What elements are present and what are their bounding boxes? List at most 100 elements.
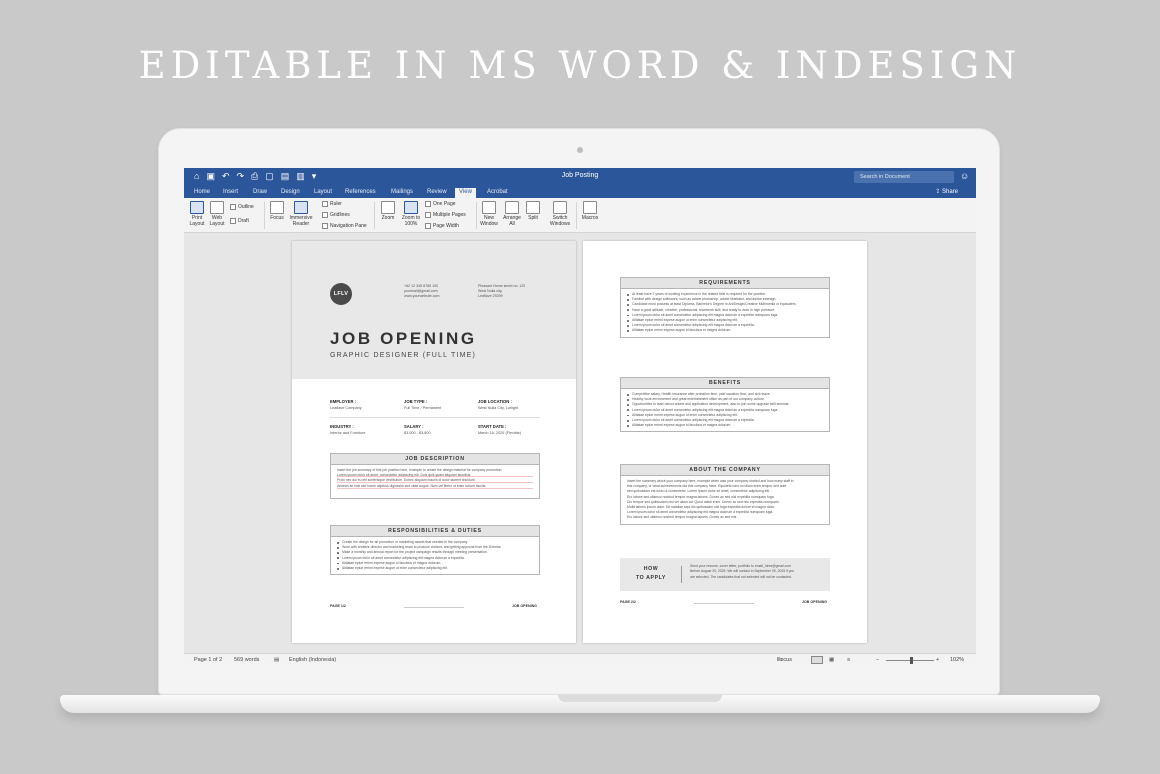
text-line: Aenean ac erat sed lorem dapibus digniss… bbox=[337, 483, 533, 489]
gridlines-checkbox[interactable]: Gridlines bbox=[322, 212, 350, 218]
tab-draw[interactable]: Draw bbox=[249, 188, 271, 197]
zoom-button[interactable]: Zoom bbox=[379, 201, 397, 221]
field-value: Leaflave Company bbox=[330, 406, 362, 410]
responsibilities-box: RESPONSIBILITIES & DUTIES Create the des… bbox=[330, 525, 540, 576]
print-layout-view-icon[interactable] bbox=[811, 656, 823, 664]
search-input[interactable]: Search in Document bbox=[854, 171, 954, 183]
macros-button[interactable]: Macros bbox=[580, 201, 600, 221]
proofing-icon[interactable]: ▤ bbox=[274, 654, 279, 666]
footer-line bbox=[694, 603, 754, 604]
ribbon-view: Print Layout Web Layout Outline Draft Fo… bbox=[184, 198, 976, 233]
draft-icon bbox=[230, 218, 236, 224]
apply-instructions: Send your resume, cover letter, portfoli… bbox=[690, 564, 825, 580]
language[interactable]: English (Indonesia) bbox=[289, 654, 336, 666]
arrange-all-button[interactable]: Arrange All bbox=[502, 201, 522, 227]
page-2[interactable]: REQUIREMENTS At least have 2 years of wo… bbox=[583, 241, 867, 643]
tab-design[interactable]: Design bbox=[277, 188, 304, 197]
section-body: Insert the job summary of this job posit… bbox=[331, 465, 539, 498]
navigation-pane-checkbox[interactable]: Navigation Pane bbox=[322, 223, 367, 229]
page-1[interactable]: LFLV +62 12 345 6789 100 yourmail@gmail.… bbox=[292, 241, 576, 643]
share-button[interactable]: ⇪ Share bbox=[935, 188, 958, 197]
split-label: Split bbox=[528, 215, 538, 221]
job-description-box: JOB DESCRIPTION Insert the job summary o… bbox=[330, 453, 540, 499]
split-button[interactable]: Split bbox=[524, 201, 542, 221]
switch-windows-icon bbox=[553, 201, 567, 214]
print-layout-button[interactable]: Print Layout bbox=[188, 201, 206, 227]
gridlines-label: Gridlines bbox=[330, 212, 350, 218]
page-footer-right: JOB OPENING bbox=[802, 600, 827, 604]
divider bbox=[681, 566, 682, 583]
tab-references[interactable]: References bbox=[341, 188, 380, 197]
section-heading: REQUIREMENTS bbox=[621, 278, 829, 289]
field-value: Interior and Furniture bbox=[330, 431, 366, 435]
page-count[interactable]: Page 1 of 2 bbox=[194, 654, 222, 666]
multiple-pages-button[interactable]: Multiple Pages bbox=[425, 212, 466, 218]
tab-mailings[interactable]: Mailings bbox=[387, 188, 417, 197]
tab-acrobat[interactable]: Acrobat bbox=[483, 188, 512, 197]
outline-icon bbox=[230, 204, 236, 210]
zoom-out-icon[interactable]: − bbox=[876, 654, 879, 666]
tab-review[interactable]: Review bbox=[423, 188, 451, 197]
switch-windows-button[interactable]: Switch Windows bbox=[547, 201, 573, 227]
how-to-apply-heading: HOW TO APPLY bbox=[620, 565, 682, 583]
ribbon-divider bbox=[576, 202, 577, 229]
zoom-100-button[interactable]: Zoom to 100% bbox=[399, 201, 423, 227]
print-layout-icon bbox=[190, 201, 204, 214]
field-label: JOB LOCATION : bbox=[478, 399, 512, 404]
focus-icon bbox=[270, 201, 284, 214]
about-company-box: ABOUT THE COMPANY Insert the summary abo… bbox=[620, 464, 830, 525]
list-item: Alitiatae eplue errimi expese augue id f… bbox=[627, 328, 823, 333]
ruler-checkbox[interactable]: Ruler bbox=[322, 201, 342, 207]
outline-button[interactable]: Outline bbox=[230, 204, 254, 210]
immersive-reader-button[interactable]: Immersive Reader bbox=[288, 201, 314, 227]
profile-icon[interactable]: ☺ bbox=[960, 171, 970, 182]
document-canvas[interactable]: LFLV +62 12 345 6789 100 yourmail@gmail.… bbox=[184, 233, 976, 653]
section-body: Competitive salary, Health insurance aft… bbox=[621, 389, 829, 431]
word-count[interactable]: 569 words bbox=[234, 654, 259, 666]
zoom-slider-handle[interactable] bbox=[910, 657, 913, 664]
one-page-button[interactable]: One Page bbox=[425, 201, 456, 207]
zoom-100-icon bbox=[404, 201, 418, 214]
how-to-apply-line: TO APPLY bbox=[636, 575, 666, 581]
multiple-pages-label: Multiple Pages bbox=[433, 212, 466, 218]
tab-insert[interactable]: Insert bbox=[219, 188, 242, 197]
zoom-level[interactable]: 102% bbox=[950, 654, 964, 666]
one-page-label: One Page bbox=[433, 201, 456, 207]
page-footer-left: PAGE 2/2 bbox=[620, 600, 636, 604]
footer-line bbox=[404, 607, 464, 608]
web-layout-button[interactable]: Web Layout bbox=[208, 201, 226, 227]
ruler-label: Ruler bbox=[330, 201, 342, 207]
web-layout-view-icon[interactable]: ▦ bbox=[829, 654, 834, 666]
tab-layout[interactable]: Layout bbox=[310, 188, 336, 197]
section-body: Create the design for all promotion or m… bbox=[331, 537, 539, 574]
navigation-pane-check-icon bbox=[322, 223, 328, 229]
page-footer-left: PAGE 1/2 bbox=[330, 604, 346, 608]
tab-home[interactable]: Home bbox=[190, 188, 214, 197]
ruler-check-icon bbox=[322, 201, 328, 207]
zoom-in-icon[interactable]: + bbox=[936, 654, 939, 666]
web-layout-label: Web Layout bbox=[209, 215, 225, 227]
section-body: At least have 2 years of working experie… bbox=[621, 289, 829, 337]
print-layout-label: Print Layout bbox=[189, 215, 205, 227]
job-subtitle: GRAPHIC DESIGNER (FULL TIME) bbox=[330, 352, 477, 359]
section-heading: RESPONSIBILITIES & DUTIES bbox=[331, 526, 539, 537]
new-window-button[interactable]: New Window bbox=[478, 201, 500, 227]
tab-view[interactable]: View bbox=[455, 188, 476, 198]
job-title: JOB OPENING bbox=[330, 329, 477, 348]
page-width-button[interactable]: Page Width bbox=[425, 223, 459, 229]
switch-windows-label: Switch Windows bbox=[549, 215, 571, 227]
split-icon bbox=[526, 201, 540, 214]
ribbon-divider bbox=[264, 202, 265, 229]
draft-label: Draft bbox=[238, 218, 249, 224]
outline-view-icon[interactable]: ≡ bbox=[847, 654, 850, 666]
benefits-box: BENEFITS Competitive salary, Health insu… bbox=[620, 377, 830, 433]
web-layout-icon bbox=[210, 201, 224, 214]
headline: EDITABLE IN MS WORD & INDESIGN bbox=[138, 44, 1022, 87]
immersive-reader-icon bbox=[294, 201, 308, 214]
arrange-all-icon bbox=[505, 201, 519, 214]
requirements-box: REQUIREMENTS At least have 2 years of wo… bbox=[620, 277, 830, 338]
section-heading: JOB DESCRIPTION bbox=[331, 454, 539, 465]
focus-button[interactable]: Focus bbox=[268, 201, 286, 221]
draft-button[interactable]: Draft bbox=[230, 218, 249, 224]
status-bar: Page 1 of 2 569 words ▤ English (Indones… bbox=[184, 653, 976, 666]
